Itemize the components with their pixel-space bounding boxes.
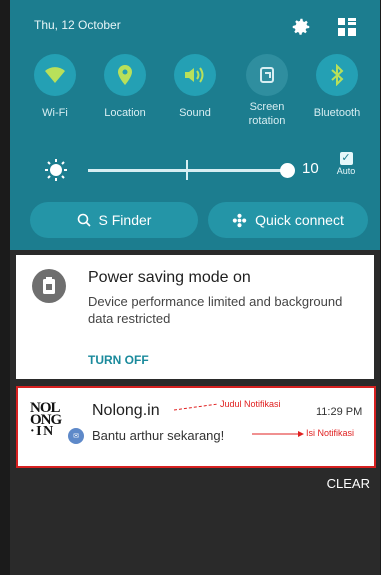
gear-icon[interactable] (288, 14, 314, 40)
toggle-label: Wi-Fi (42, 107, 68, 119)
s-finder-button[interactable]: S Finder (30, 202, 198, 238)
messenger-badge-icon: ✉ (68, 428, 84, 444)
notification-shade: Thu, 12 October Wi-Fi Location Sound Scr… (10, 0, 380, 575)
toggle-label: Sound (179, 107, 211, 119)
grid-edit-icon[interactable] (334, 14, 360, 40)
notification-title: Power saving mode on (88, 269, 251, 286)
toggle-label: Location (104, 107, 146, 119)
nolong-notification[interactable]: NOL ONG · I N ✉ Nolong.in 11:29 PM Bantu… (16, 386, 376, 468)
screen-rotation-icon (246, 54, 288, 96)
s-finder-label: S Finder (98, 212, 152, 228)
quick-toggle-row: Wi-Fi Location Sound Screen rotation Blu… (10, 54, 380, 144)
battery-icon (32, 269, 66, 303)
wifi-icon (34, 54, 76, 96)
notification-title: Nolong.in (92, 402, 160, 419)
brightness-auto-icon (44, 158, 68, 182)
quick-connect-icon (232, 213, 247, 227)
toggle-sound[interactable]: Sound (160, 54, 230, 120)
notification-time: 11:29 PM (316, 406, 363, 418)
turn-off-button[interactable]: TURN OFF (88, 353, 149, 367)
clear-all-button[interactable]: CLEAR (327, 476, 370, 491)
notification-text: Device performance limited and backgroun… (88, 294, 343, 326)
date-label: Thu, 12 October (34, 18, 121, 32)
toggle-screen-rotation[interactable]: Screen rotation (232, 54, 302, 128)
brightness-slider-thumb[interactable] (280, 163, 295, 178)
checkmark-icon: ✓ (339, 152, 353, 165)
annotation-text-label: Isi Notifikasi (306, 428, 355, 438)
quick-connect-label: Quick connect (255, 212, 344, 228)
power-saving-notification[interactable]: Power saving mode on Device performance … (16, 255, 374, 379)
nolong-app-logo: NOL ONG · I N (30, 400, 74, 446)
toggle-wifi[interactable]: Wi-Fi (20, 54, 90, 120)
brightness-control: 10 ✓ Auto (10, 150, 380, 190)
auto-brightness-checkbox[interactable]: ✓ Auto (330, 152, 362, 176)
quick-connect-button[interactable]: Quick connect (208, 202, 368, 238)
toggle-label: Screen rotation (248, 101, 286, 127)
annotation-arrow-title (174, 403, 219, 411)
bluetooth-icon (316, 54, 358, 96)
toggle-label: Bluetooth (313, 107, 361, 119)
notification-text: Bantu arthur sekarang! (92, 428, 225, 443)
quick-settings-panel: Thu, 12 October Wi-Fi Location Sound Scr… (10, 0, 380, 250)
location-pin-icon (104, 54, 146, 96)
search-icon (77, 213, 91, 227)
auto-brightness-label: Auto (336, 166, 356, 176)
logo-line: · I N (30, 424, 53, 439)
annotation-arrow-text (252, 431, 304, 437)
annotation-title-label: Judul Notifikasi (220, 399, 281, 409)
brightness-value: 10 (302, 160, 319, 177)
toggle-bluetooth[interactable]: Bluetooth (302, 54, 372, 120)
brightness-slider-midpoint (186, 160, 188, 180)
sound-icon (174, 54, 216, 96)
toggle-location[interactable]: Location (90, 54, 160, 120)
